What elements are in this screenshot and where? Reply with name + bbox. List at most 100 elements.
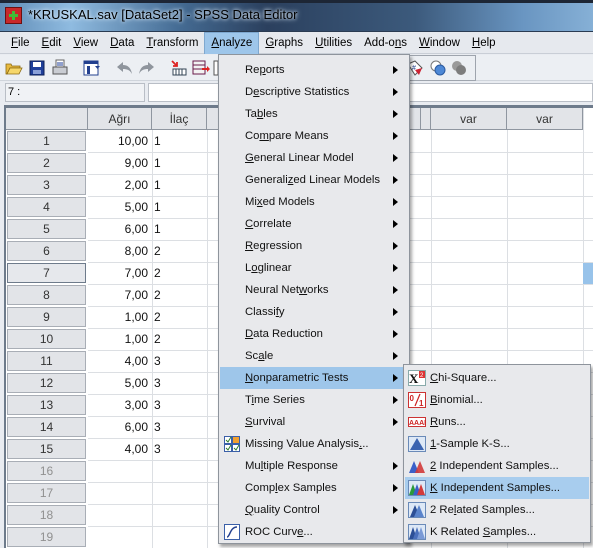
cell-agri[interactable]: 6,00 (88, 219, 150, 240)
cell-agri[interactable]: 4,00 (88, 439, 150, 460)
menu-data[interactable]: Data (104, 32, 140, 54)
menu-help[interactable]: Help (466, 32, 502, 54)
cell-ilac[interactable]: 2 (152, 307, 192, 328)
analyze-menu-item-correlate[interactable]: Correlate (220, 213, 408, 235)
undo-icon[interactable] (116, 59, 134, 77)
cell-agri[interactable]: 10,00 (88, 131, 150, 152)
row-header[interactable]: 3 (7, 175, 86, 195)
row-header[interactable]: 14 (7, 417, 86, 437)
nonparametric-item-2-independent-samples[interactable]: 2 Independent Samples... (405, 455, 589, 477)
cell-agri[interactable]: 6,00 (88, 417, 150, 438)
analyze-menu-item-roc-curve[interactable]: ROC Curve... (220, 521, 408, 543)
analyze-menu-item-multiple-response[interactable]: Multiple Response (220, 455, 408, 477)
cell-ilac[interactable]: 3 (152, 351, 192, 372)
menu-view[interactable]: View (67, 32, 104, 54)
analyze-menu-item-complex-samples[interactable]: Complex Samples (220, 477, 408, 499)
row-header[interactable]: 1 (7, 131, 86, 151)
column-header-var[interactable]: var (507, 108, 583, 130)
cell-agri[interactable]: 7,00 (88, 263, 150, 284)
cell-ilac[interactable]: 1 (152, 219, 192, 240)
menu-transform[interactable]: Transform (140, 32, 204, 54)
analyze-menu-item-quality-control[interactable]: Quality Control (220, 499, 408, 521)
nonparametric-item-binomial[interactable]: 0 1 Binomial... (405, 389, 589, 411)
nonparametric-item-2-related-samples[interactable]: 2 Related Samples... (405, 499, 589, 521)
analyze-menu-item-data-reduction[interactable]: Data Reduction (220, 323, 408, 345)
menu-add-ons[interactable]: Add-ons (358, 32, 413, 54)
cell-ilac[interactable]: 2 (152, 285, 192, 306)
cell-ilac[interactable]: 1 (152, 131, 192, 152)
save-icon[interactable] (28, 59, 46, 77)
use-sets-icon[interactable] (429, 59, 447, 77)
selected-cell[interactable] (583, 263, 593, 284)
analyze-menu-item-neural-networks[interactable]: Neural Networks (220, 279, 408, 301)
cell-ilac[interactable]: 1 (152, 153, 192, 174)
analyze-menu-item-descriptive-statistics[interactable]: Descriptive Statistics (220, 81, 408, 103)
dialog-recall-icon[interactable] (83, 59, 101, 77)
cell-ilac[interactable] (152, 527, 192, 548)
menu-file[interactable]: File (5, 32, 36, 54)
row-header[interactable]: 9 (7, 307, 86, 327)
cell-ilac[interactable]: 3 (152, 439, 192, 460)
cell-agri[interactable]: 8,00 (88, 241, 150, 262)
row-header[interactable]: 10 (7, 329, 86, 349)
column-header[interactable] (421, 108, 431, 130)
analyze-menu-item-compare-means[interactable]: Compare Means (220, 125, 408, 147)
analyze-menu-item-generalized-linear-models[interactable]: Generalized Linear Models (220, 169, 408, 191)
nonparametric-item-chi-square[interactable]: X 2 Chi-Square... (405, 367, 589, 389)
cell-ilac[interactable]: 3 (152, 417, 192, 438)
row-header[interactable]: 11 (7, 351, 86, 371)
menu-analyze[interactable]: Analyze (204, 32, 260, 54)
menu-graphs[interactable]: Graphs (259, 32, 309, 54)
cell-agri[interactable]: 3,00 (88, 395, 150, 416)
analyze-menu-item-time-series[interactable]: Time Series (220, 389, 408, 411)
cell-agri[interactable]: 5,00 (88, 197, 150, 218)
nonparametric-item-runs[interactable]: AAAB Runs... (405, 411, 589, 433)
cell-ilac[interactable]: 3 (152, 395, 192, 416)
column-header-var[interactable]: var (431, 108, 507, 130)
analyze-menu-item-classify[interactable]: Classify (220, 301, 408, 323)
cell-ilac[interactable] (152, 505, 192, 526)
analyze-menu-item-scale[interactable]: Scale (220, 345, 408, 367)
analyze-menu-item-nonparametric-tests[interactable]: Nonparametric Tests (220, 367, 408, 389)
row-header[interactable]: 13 (7, 395, 86, 415)
analyze-menu-item-loglinear[interactable]: Loglinear (220, 257, 408, 279)
cell-ilac[interactable] (152, 461, 192, 482)
grid-corner[interactable] (6, 108, 88, 130)
row-header[interactable]: 2 (7, 153, 86, 173)
analyze-menu-item-mixed-models[interactable]: Mixed Models (220, 191, 408, 213)
cell-ilac[interactable]: 2 (152, 263, 192, 284)
cell-agri[interactable] (88, 461, 150, 482)
row-header[interactable]: 16 (7, 461, 86, 481)
cell-agri[interactable]: 7,00 (88, 285, 150, 306)
show-sets-icon[interactable] (450, 59, 468, 77)
nonparametric-item-1-sample-k-s[interactable]: 1-Sample K-S... (405, 433, 589, 455)
cell-agri[interactable]: 4,00 (88, 351, 150, 372)
row-header[interactable]: 15 (7, 439, 86, 459)
cell-ilac[interactable] (152, 483, 192, 504)
redo-icon[interactable] (137, 59, 155, 77)
analyze-menu-item-survival[interactable]: Survival (220, 411, 408, 433)
nonparametric-item-k-related-samples[interactable]: K Related Samples... (405, 521, 589, 543)
menu-window[interactable]: Window (413, 32, 466, 54)
row-header[interactable]: 4 (7, 197, 86, 217)
goto-case-icon[interactable] (169, 59, 187, 77)
row-header[interactable]: 18 (7, 505, 86, 525)
cell-ilac[interactable]: 1 (152, 197, 192, 218)
row-header[interactable]: 6 (7, 241, 86, 261)
nonparametric-item-k-independent-samples[interactable]: K Independent Samples... (405, 477, 589, 499)
menu-edit[interactable]: Edit (36, 32, 68, 54)
cell-ilac[interactable]: 1 (152, 175, 192, 196)
cell-ilac[interactable]: 3 (152, 373, 192, 394)
cell-agri[interactable]: 1,00 (88, 307, 150, 328)
column-header-i-la[interactable]: İlaç (152, 108, 207, 130)
row-header[interactable]: 7 (7, 263, 86, 283)
cell-ilac[interactable]: 2 (152, 241, 192, 262)
cell-agri[interactable]: 1,00 (88, 329, 150, 350)
analyze-menu-item-regression[interactable]: Regression (220, 235, 408, 257)
cell-agri[interactable]: 9,00 (88, 153, 150, 174)
analyze-menu-item-reports[interactable]: Reports (220, 59, 408, 81)
row-header[interactable]: 17 (7, 483, 86, 503)
cell-agri[interactable] (88, 527, 150, 548)
menu-utilities[interactable]: Utilities (309, 32, 358, 54)
cell-agri[interactable] (88, 483, 150, 504)
